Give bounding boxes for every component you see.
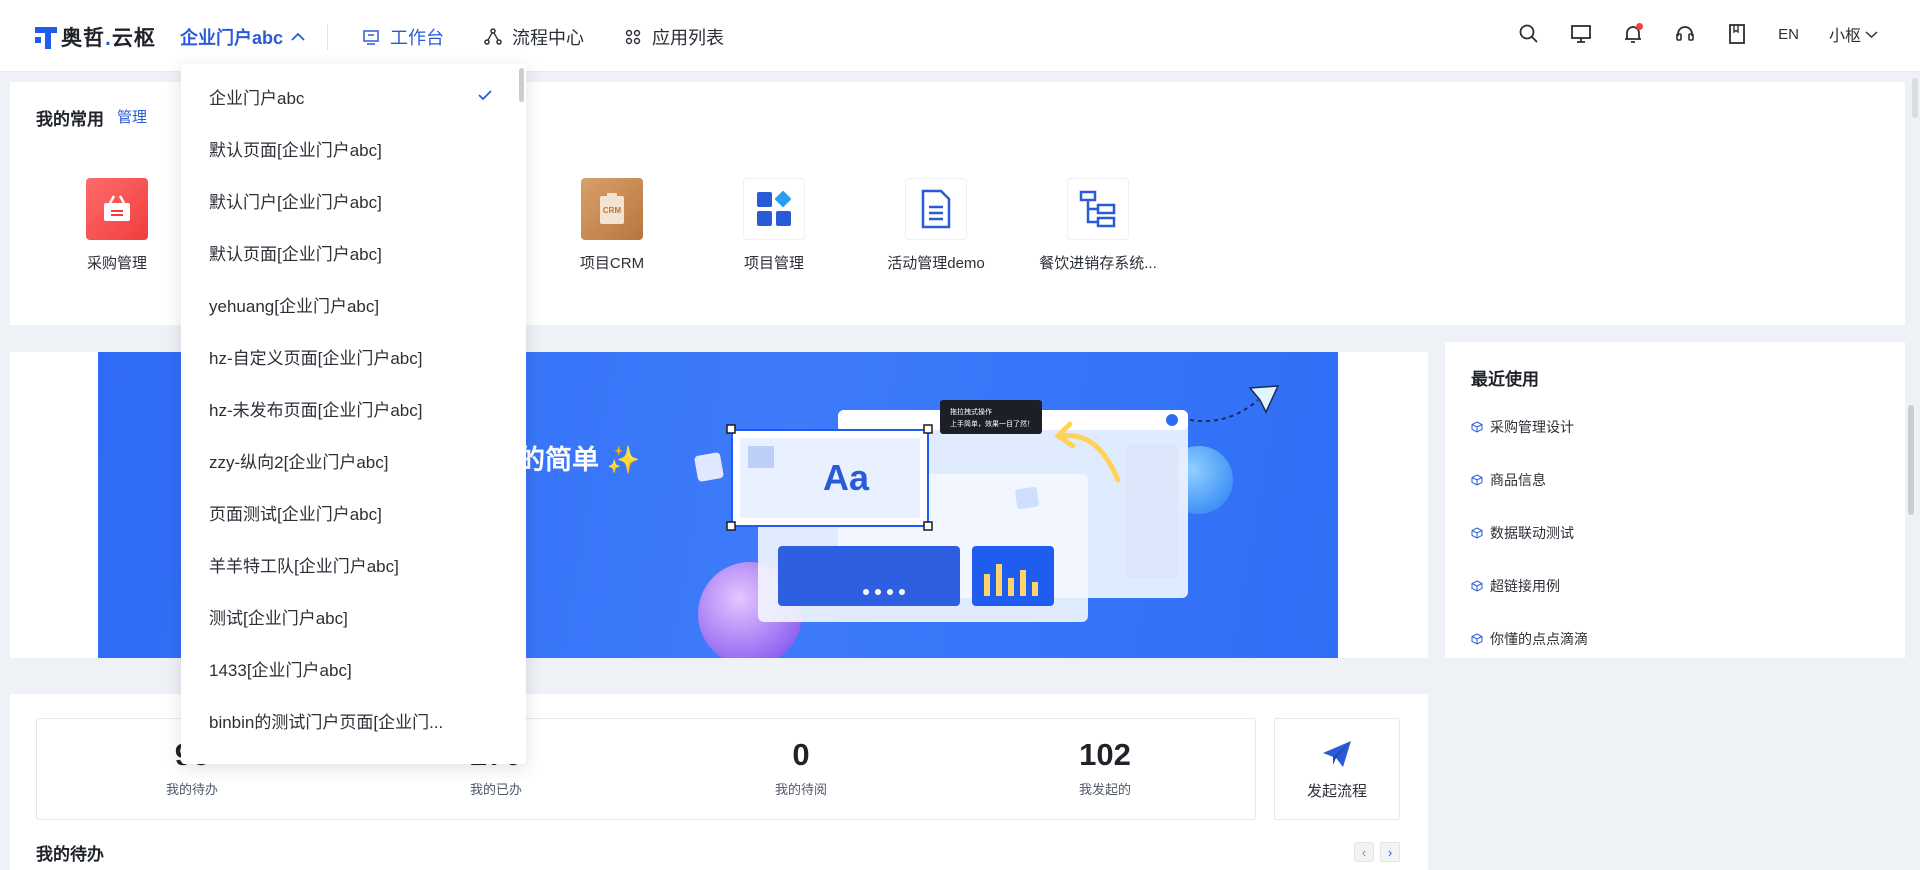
document-icon bbox=[905, 178, 967, 240]
dropdown-option[interactable]: 默认门户[企业门户abc] bbox=[181, 174, 517, 226]
language-switch[interactable]: EN bbox=[1778, 26, 1799, 43]
cube-icon bbox=[1471, 633, 1483, 645]
search-button[interactable] bbox=[1518, 22, 1540, 46]
manage-link[interactable]: 管理 bbox=[117, 106, 147, 127]
logo[interactable]: 奥哲.云枢 bbox=[35, 22, 156, 52]
banner-sample-text: Aa bbox=[823, 457, 870, 498]
cube-icon bbox=[1471, 580, 1483, 592]
workbench-icon bbox=[363, 30, 379, 45]
dropdown-option[interactable]: 1433[企业门户abc] bbox=[181, 642, 517, 694]
svg-text:CRM: CRM bbox=[603, 206, 622, 215]
dropdown-option[interactable]: 页面测试[企业门户abc] bbox=[181, 486, 517, 538]
header-tools: EN 小枢 bbox=[1518, 22, 1878, 46]
logo-text: 奥哲.云枢 bbox=[61, 27, 156, 50]
support-button[interactable] bbox=[1674, 22, 1696, 46]
recent-item[interactable]: 采购管理设计 bbox=[1471, 417, 1574, 437]
cube-icon bbox=[1471, 421, 1483, 433]
dropdown-option[interactable]: yehuang[企业门户abc] bbox=[181, 278, 517, 330]
logo-mark-icon bbox=[35, 25, 57, 49]
portal-name: 企业门户abc bbox=[180, 28, 284, 48]
app-tile-catering[interactable]: 餐饮进销存系统... bbox=[1023, 178, 1173, 298]
search-icon bbox=[1519, 24, 1538, 43]
recent-card: 最近使用 采购管理设计 商品信息 数据联动测试 超链接用例 你懂的点点滴滴 bbox=[1445, 342, 1905, 658]
main-nav: 工作台 流程中心 应用列表 bbox=[362, 24, 724, 50]
recent-item[interactable]: 超链接用例 bbox=[1471, 576, 1560, 596]
recent-title: 最近使用 bbox=[1471, 370, 1539, 389]
chevron-down-icon bbox=[1865, 30, 1878, 38]
banner-tooltip-line2: 上手简单，效果一目了然！ bbox=[950, 419, 1034, 428]
banner-tooltip-line1: 拖拉拽式操作 bbox=[950, 407, 992, 416]
nav-app-list[interactable]: 应用列表 bbox=[624, 24, 724, 50]
chevron-right-icon: › bbox=[1387, 844, 1393, 860]
portal-switcher[interactable]: 企业门户abc bbox=[180, 24, 305, 50]
chevron-up-icon bbox=[291, 32, 305, 41]
headset-icon bbox=[1676, 26, 1694, 41]
basket-icon bbox=[86, 178, 148, 240]
todo-title: 我的待办 bbox=[36, 845, 104, 864]
user-menu[interactable]: 小枢 bbox=[1829, 22, 1878, 46]
user-name: 小枢 bbox=[1828, 28, 1861, 45]
dropdown-option[interactable]: 测试[企业门户abc] bbox=[181, 590, 517, 642]
chevron-left-icon: ‹ bbox=[1361, 844, 1367, 860]
next-page-button[interactable]: › bbox=[1380, 842, 1400, 862]
dropdown-option[interactable]: hz-自定义页面[企业门户abc] bbox=[181, 330, 517, 382]
stat-to-read[interactable]: 0 我的待阅 bbox=[721, 737, 881, 798]
page-scrollbar[interactable] bbox=[1908, 405, 1914, 515]
app-tile-procurement[interactable]: 采购管理 bbox=[42, 178, 192, 298]
top-bar: 奥哲.云枢 企业门户abc 工作台 流程中心 应用列表 EN 小枢 bbox=[0, 0, 1920, 72]
book-icon bbox=[1729, 24, 1746, 44]
recent-item[interactable]: 商品信息 bbox=[1471, 470, 1546, 490]
cube-icon bbox=[1471, 527, 1483, 539]
dropdown-scrollbar[interactable] bbox=[519, 68, 524, 102]
portal-dropdown: 企业门户abc 默认页面[企业门户abc] 默认门户[企业门户abc] 默认页面… bbox=[181, 64, 526, 764]
dropdown-option-selected[interactable]: 企业门户abc bbox=[181, 70, 517, 122]
dropdown-bottom-edge bbox=[181, 754, 526, 764]
recent-item[interactable]: 数据联动测试 bbox=[1471, 523, 1574, 543]
crm-icon: CRM bbox=[581, 178, 643, 240]
recent-item[interactable]: 你懂的点点滴滴 bbox=[1471, 629, 1588, 649]
start-flow-button[interactable]: 发起流程 bbox=[1274, 718, 1400, 820]
prev-page-button[interactable]: ‹ bbox=[1354, 842, 1374, 862]
paper-plane-icon bbox=[1323, 741, 1351, 767]
page-scrollbar-top[interactable] bbox=[1912, 78, 1918, 118]
notification-button[interactable] bbox=[1622, 22, 1644, 46]
blocks-icon bbox=[743, 178, 805, 240]
app-tile-crm[interactable]: CRM 项目CRM bbox=[537, 178, 687, 298]
check-icon bbox=[478, 90, 492, 101]
app-tile-project[interactable]: 项目管理 bbox=[699, 178, 849, 298]
stat-initiated[interactable]: 102 我发起的 bbox=[1025, 737, 1185, 798]
favorites-title: 我的常用 bbox=[36, 110, 104, 129]
dropdown-option[interactable]: binbin的测试门户页面[企业门... bbox=[181, 694, 517, 746]
dropdown-option[interactable]: 默认页面[企业门户abc] bbox=[181, 226, 517, 278]
dropdown-option[interactable]: 羊羊特工队[企业门户abc] bbox=[181, 538, 517, 590]
app-tile-activity[interactable]: 活动管理demo bbox=[861, 178, 1011, 298]
cube-icon bbox=[1471, 474, 1483, 486]
monitor-icon bbox=[1571, 25, 1592, 43]
docs-button[interactable] bbox=[1726, 22, 1748, 46]
flow-icon bbox=[484, 28, 502, 45]
nav-workbench[interactable]: 工作台 bbox=[362, 24, 444, 50]
nav-flow-center[interactable]: 流程中心 bbox=[484, 24, 584, 50]
monitor-button[interactable] bbox=[1570, 22, 1592, 46]
divider bbox=[327, 24, 328, 50]
apps-grid-icon bbox=[625, 29, 641, 45]
dropdown-option[interactable]: hz-未发布页面[企业门户abc] bbox=[181, 382, 517, 434]
tree-icon bbox=[1067, 178, 1129, 240]
dropdown-option[interactable]: 默认页面[企业门户abc] bbox=[181, 122, 517, 174]
dropdown-option[interactable]: zzy-纵向2[企业门户abc] bbox=[181, 434, 517, 486]
